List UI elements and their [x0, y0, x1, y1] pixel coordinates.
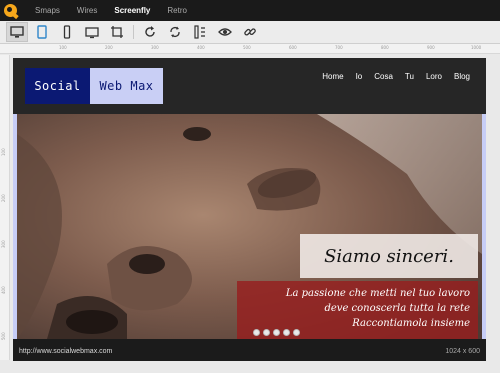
- desktop-button[interactable]: [6, 22, 28, 42]
- ruler-tick: 900: [427, 45, 435, 50]
- preview-url[interactable]: http://www.socialwebmax.com: [19, 348, 112, 355]
- ruler-tick: 400: [1, 286, 6, 294]
- mobile-button[interactable]: [56, 22, 78, 42]
- refresh-icon: [170, 26, 180, 38]
- eye-icon: [218, 28, 232, 36]
- nav-item-blog[interactable]: Blog: [454, 72, 470, 81]
- preview-button[interactable]: [214, 22, 236, 42]
- link-button[interactable]: [239, 22, 261, 42]
- tablet-icon: [37, 25, 47, 39]
- rotate-icon: [145, 26, 155, 37]
- hero-tagline-line: La passione che metti nel tuo lavoro: [285, 288, 470, 299]
- hero-side-stripe: [482, 114, 486, 339]
- nav-item-io[interactable]: Io: [356, 72, 363, 81]
- device-toolbar: [0, 21, 500, 44]
- nav-item-loro[interactable]: Loro: [426, 72, 442, 81]
- tab-screenfly[interactable]: Screenfly: [114, 6, 150, 15]
- site-header: Social Web Max Home Io Cosa Tu Loro Blog: [13, 58, 486, 114]
- ruler-tick: 300: [151, 45, 159, 50]
- refresh-button[interactable]: [164, 22, 186, 42]
- tablet-button[interactable]: [31, 22, 53, 42]
- ruler-tick: 100: [1, 148, 6, 156]
- link-icon: [244, 28, 256, 36]
- mobile-icon: [63, 25, 71, 39]
- desktop-icon: [10, 26, 24, 38]
- ruler-tick: 500: [243, 45, 251, 50]
- slider-dot[interactable]: [263, 329, 270, 336]
- rotate-button[interactable]: [139, 22, 161, 42]
- ruler-tick: 1000: [471, 45, 482, 50]
- nav-item-home[interactable]: Home: [322, 72, 343, 81]
- tab-retro[interactable]: Retro: [167, 6, 187, 15]
- app-logo-icon[interactable]: [4, 4, 17, 17]
- slider-dot[interactable]: [293, 329, 300, 336]
- hero-headline: Siamo sinceri.: [324, 245, 454, 267]
- scroll-icon: [194, 25, 205, 39]
- site-logo-right: Web Max: [90, 68, 163, 104]
- site-logo-left: Social: [25, 68, 90, 104]
- scroll-button[interactable]: [189, 22, 211, 42]
- ruler-tick: 200: [105, 45, 113, 50]
- hero-tagline-line: deve conoscerla tutta la rete: [324, 303, 470, 314]
- ruler-tick: 300: [1, 240, 6, 248]
- nav-item-cosa[interactable]: Cosa: [374, 72, 393, 81]
- slider-dot[interactable]: [253, 329, 260, 336]
- ruler-tick: 700: [335, 45, 343, 50]
- device-preview-frame[interactable]: Social Web Max Home Io Cosa Tu Loro Blog: [13, 58, 486, 361]
- tab-wires[interactable]: Wires: [77, 6, 97, 15]
- toolbar-divider: [133, 25, 134, 39]
- site-nav: Home Io Cosa Tu Loro Blog: [310, 72, 470, 81]
- ruler-tick: 800: [381, 45, 389, 50]
- tv-icon: [85, 27, 99, 39]
- app-top-bar: Smaps Wires Screenfly Retro: [0, 0, 500, 21]
- vertical-ruler: 100 200 300 400 500: [0, 55, 10, 360]
- tab-smaps[interactable]: Smaps: [35, 6, 60, 15]
- ruler-tick: 600: [289, 45, 297, 50]
- tv-button[interactable]: [81, 22, 103, 42]
- ruler-tick: 400: [197, 45, 205, 50]
- crop-button[interactable]: [106, 22, 128, 42]
- hero-slider[interactable]: Siamo sinceri. La passione che metti nel…: [17, 114, 482, 339]
- slider-dot[interactable]: [283, 329, 290, 336]
- ruler-tick: 100: [59, 45, 67, 50]
- slider-dots: [253, 329, 303, 336]
- site-logo[interactable]: Social Web Max: [25, 68, 163, 104]
- slider-dot[interactable]: [273, 329, 280, 336]
- ruler-tick: 500: [1, 332, 6, 340]
- crop-icon: [111, 26, 123, 38]
- horizontal-ruler: 100 200 300 400 500 600 700 800 900 1000: [0, 44, 500, 54]
- ruler-tick: 200: [1, 194, 6, 202]
- hero-headline-box: Siamo sinceri.: [300, 234, 478, 278]
- preview-status-bar: http://www.socialwebmax.com 1024 x 600: [13, 341, 486, 361]
- nav-item-tu[interactable]: Tu: [405, 72, 414, 81]
- preview-resolution: 1024 x 600: [445, 347, 480, 355]
